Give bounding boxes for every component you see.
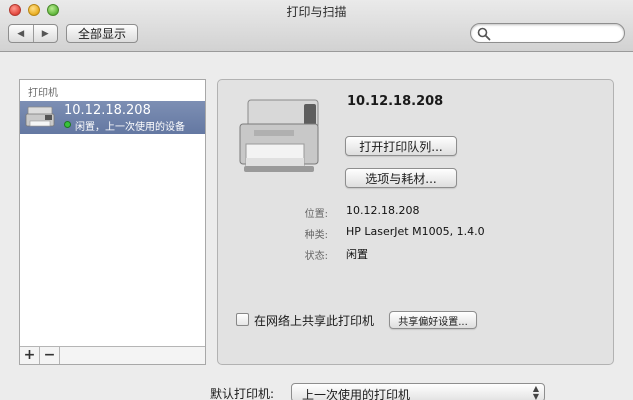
printer-item-name: 10.12.18.208 [64, 103, 151, 118]
select-arrows-icon: ▲ ▼ [532, 384, 539, 400]
printer-large-icon [239, 99, 319, 172]
printer-icon [25, 106, 55, 127]
printer-detail-name: 10.12.18.208 [347, 94, 444, 109]
default-printer-select[interactable]: 上一次使用的打印机 ▲ ▼ [291, 383, 545, 400]
share-printer-checkbox[interactable] [236, 313, 249, 326]
printer-list-item[interactable]: 10.12.18.208 闲置，上一次使用的设备 [20, 101, 205, 134]
show-all-button[interactable]: 全部显示 [66, 24, 138, 43]
location-label: 位置: [304, 209, 328, 220]
status-idle-icon [64, 121, 71, 128]
default-printer-value: 上一次使用的打印机 [302, 388, 411, 400]
search-icon [477, 27, 491, 41]
kind-value: HP LaserJet M1005, 1.4.0 [346, 225, 485, 238]
kind-label: 种类: [304, 230, 328, 241]
add-printer-button[interactable]: + [20, 347, 40, 364]
search-field[interactable] [470, 23, 625, 43]
window-title: 打印与扫描 [286, 5, 347, 19]
share-printer-label[interactable]: 在网络上共享此打印机 [254, 312, 374, 329]
printer-item-status: 闲置，上一次使用的设备 [75, 122, 185, 133]
back-button[interactable]: ◀ [9, 25, 34, 42]
location-value: 10.12.18.208 [346, 204, 420, 217]
remove-printer-button[interactable]: − [40, 347, 60, 364]
printer-list: 打印机 10.12.18.208 闲置，上一次使用的设备 + − [19, 79, 206, 365]
status-value: 闲置 [346, 248, 368, 261]
sharing-preferences-button[interactable]: 共享偏好设置... [389, 311, 477, 329]
options-supplies-button[interactable]: 选项与耗材... [345, 168, 457, 188]
printer-list-header: 打印机 [28, 88, 58, 99]
open-print-queue-button[interactable]: 打开打印队列... [345, 136, 457, 156]
default-printer-label: 默认打印机: [210, 387, 275, 400]
forward-button[interactable]: ▶ [34, 25, 58, 42]
title-bar: 打印与扫描 ◀ ▶ 全部显示 [0, 0, 633, 52]
printer-list-footer: + − [20, 346, 205, 364]
status-label: 状态: [304, 251, 328, 262]
printer-detail-panel: 10.12.18.208 打开打印队列... 选项与耗材... 位置: 10.1… [217, 79, 614, 365]
back-forward-control: ◀ ▶ [8, 24, 58, 43]
search-input[interactable] [493, 25, 621, 41]
